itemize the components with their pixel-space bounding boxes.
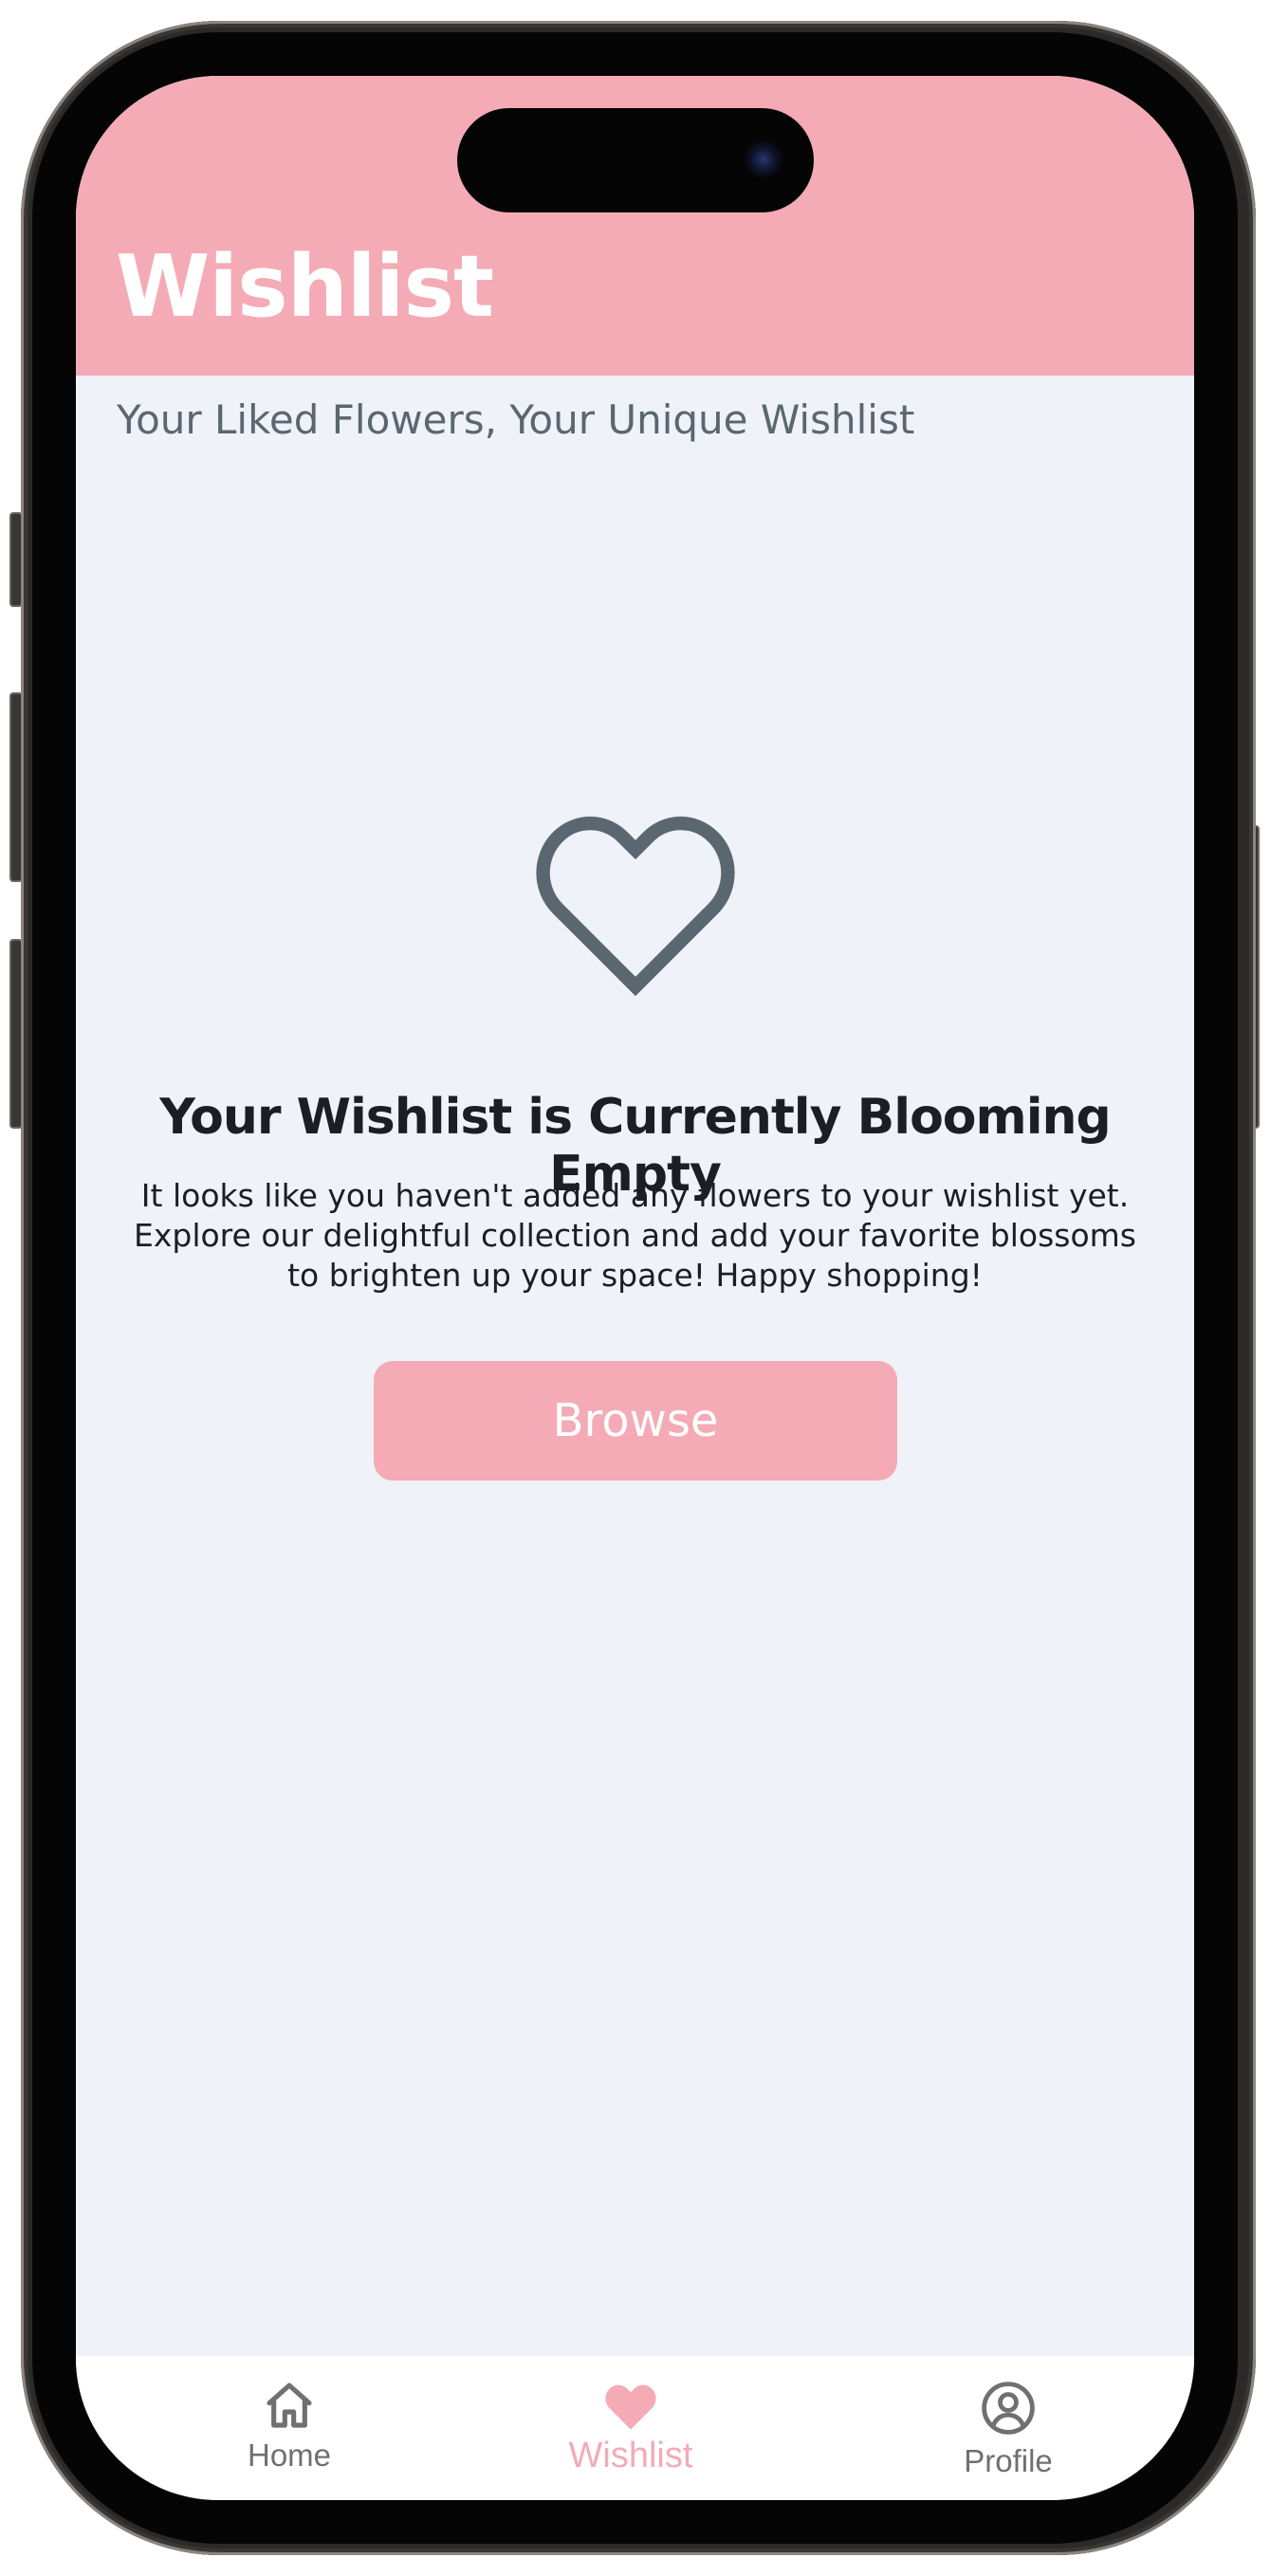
front-camera bbox=[745, 140, 782, 178]
tab-profile-label: Profile bbox=[964, 2443, 1053, 2478]
app-screen: Wishlist Your Liked Flowers, Your Unique… bbox=[76, 76, 1194, 2500]
user-circle-icon bbox=[982, 2382, 1035, 2435]
bottom-tab-bar: Home Wishlist Profile bbox=[76, 2356, 1194, 2500]
page-subtitle: Your Liked Flowers, Your Unique Wishlist bbox=[117, 396, 915, 443]
tab-home[interactable]: Home bbox=[166, 2356, 413, 2500]
page-title: Wishlist bbox=[116, 237, 494, 337]
tab-wishlist-label: Wishlist bbox=[568, 2436, 693, 2475]
browse-button[interactable]: Browse bbox=[374, 1361, 897, 1481]
heart-outline-icon bbox=[536, 816, 735, 996]
home-icon bbox=[267, 2383, 312, 2428]
tab-home-label: Home bbox=[247, 2438, 332, 2473]
tab-wishlist[interactable]: Wishlist bbox=[507, 2356, 754, 2500]
empty-state-message: It looks like you haven't added any flow… bbox=[134, 1177, 1136, 1294]
heart-icon bbox=[605, 2384, 656, 2430]
tab-profile[interactable]: Profile bbox=[885, 2356, 1132, 2500]
